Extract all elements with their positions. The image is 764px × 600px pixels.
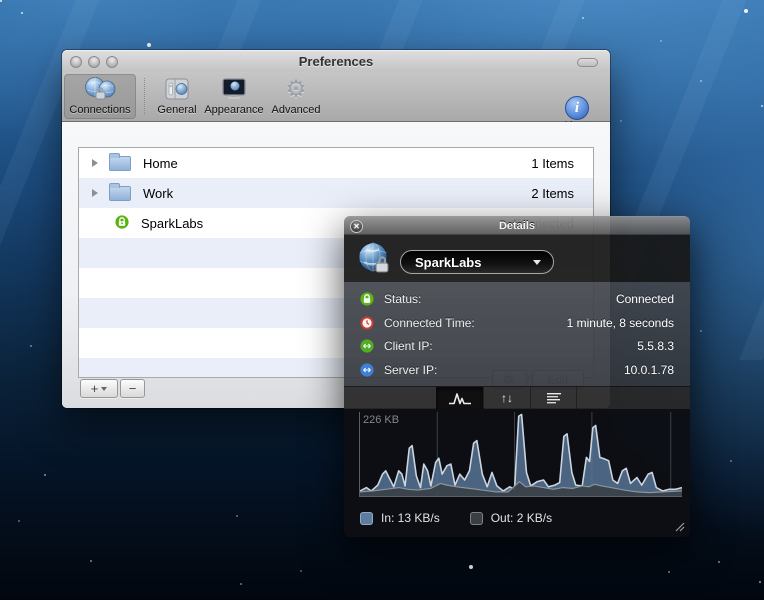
log-lines-icon [546, 392, 562, 405]
preferences-titlebar[interactable]: Preferences [62, 50, 610, 72]
row-count: 1 Items [531, 156, 574, 171]
traffic-plot-area [359, 412, 682, 497]
folder-icon [109, 156, 131, 171]
toolbar-toggle-pill[interactable] [577, 58, 598, 67]
zoom-window-button[interactable] [106, 56, 118, 68]
toolbar-item-label: Advanced [272, 104, 321, 116]
waveform-icon [448, 391, 472, 406]
disclosure-triangle-icon[interactable] [92, 159, 98, 167]
close-window-button[interactable] [70, 56, 82, 68]
chevron-down-icon [533, 260, 541, 265]
row-name: SparkLabs [141, 216, 203, 231]
details-header: SparkLabs [344, 235, 690, 282]
details-tabbar: ↑↓ [344, 386, 690, 410]
up-down-arrows-icon: ↑↓ [501, 391, 513, 405]
toolbar-item-advanced[interactable]: ⚙ Advanced [267, 74, 325, 119]
connections-icon [84, 74, 116, 104]
vpn-globe-lock-icon [356, 241, 392, 282]
desktop-wallpaper: Preferences [0, 0, 764, 600]
server-ip-row: Server IP: 10.0.1.78 [344, 357, 690, 383]
toolbar-item-label: Connections [69, 104, 130, 116]
window-title: Preferences [62, 54, 610, 69]
client-ip-row: Client IP: 5.5.8.3 [344, 333, 690, 359]
clock-icon [360, 316, 374, 330]
toolbar-item-connections[interactable]: Connections [64, 74, 136, 119]
traffic-chart [360, 412, 682, 496]
minus-icon: − [129, 381, 137, 396]
row-name: Work [143, 186, 173, 201]
status-label: Status: [384, 292, 421, 306]
resize-grip[interactable] [672, 519, 685, 532]
status-value: Connected [616, 292, 674, 306]
minimize-window-button[interactable] [88, 56, 100, 68]
plus-icon: + [91, 381, 99, 396]
chevron-down-icon [101, 387, 107, 391]
client-ip-label: Client IP: [384, 339, 433, 353]
legend-out-label: Out: 2 KB/s [491, 511, 552, 525]
preferences-toolbar: Connections General [62, 72, 610, 122]
graph-scale-label: 226 KB [363, 414, 399, 426]
connection-selector-dropdown[interactable]: SparkLabs [400, 250, 554, 274]
legend-out-swatch [470, 512, 483, 525]
details-title: Details [499, 220, 535, 232]
status-row: Status: Connected [344, 286, 690, 312]
client-ip-arrow-icon [360, 339, 374, 353]
connected-lock-icon [115, 215, 129, 232]
details-titlebar[interactable]: ✕ Details [344, 216, 690, 235]
close-icon[interactable]: ✕ [350, 220, 363, 233]
server-ip-value: 10.0.1.78 [624, 363, 674, 377]
toolbar-separator [144, 78, 145, 115]
client-ip-value: 5.5.8.3 [637, 339, 674, 353]
legend-in-swatch [360, 512, 373, 525]
list-item-home[interactable]: Home 1 Items [79, 148, 593, 178]
tab-traffic-graph[interactable] [436, 387, 483, 409]
server-ip-arrow-icon [360, 363, 374, 377]
tab-traffic-totals[interactable]: ↑↓ [483, 387, 530, 409]
toolbar-item-general[interactable]: General [153, 74, 201, 119]
legend-in-label: In: 13 KB/s [381, 511, 440, 525]
row-count: 2 Items [531, 186, 574, 201]
advanced-gear-icon: ⚙ [285, 74, 307, 104]
add-connection-button[interactable]: + [80, 379, 118, 398]
toolbar-item-appearance[interactable]: Appearance [201, 74, 267, 119]
disclosure-triangle-icon[interactable] [92, 189, 98, 197]
list-item-work[interactable]: Work 2 Items [79, 178, 593, 208]
appearance-icon [220, 74, 248, 104]
row-name: Home [143, 156, 178, 171]
status-lock-icon [360, 292, 374, 306]
tab-connection-log[interactable] [530, 387, 577, 409]
folder-icon [109, 186, 131, 201]
connected-time-label: Connected Time: [384, 316, 475, 330]
toolbar-item-label: General [157, 104, 196, 116]
traffic-graph-panel: 226 KB In: 13 KB/s Out: 2 KB/s [344, 410, 690, 537]
server-ip-label: Server IP: [384, 363, 437, 377]
window-controls [70, 56, 118, 68]
selected-connection: SparkLabs [415, 255, 481, 270]
info-icon: i [565, 96, 589, 120]
toolbar-item-label: Appearance [204, 104, 263, 116]
remove-connection-button[interactable]: − [120, 379, 145, 398]
general-icon [164, 74, 190, 104]
connected-time-value: 1 minute, 8 seconds [567, 316, 674, 330]
details-info-rows: Status: Connected Connected Time: 1 minu… [344, 282, 690, 386]
details-window: ✕ Details [344, 216, 690, 537]
traffic-legend: In: 13 KB/s Out: 2 KB/s [360, 511, 552, 525]
